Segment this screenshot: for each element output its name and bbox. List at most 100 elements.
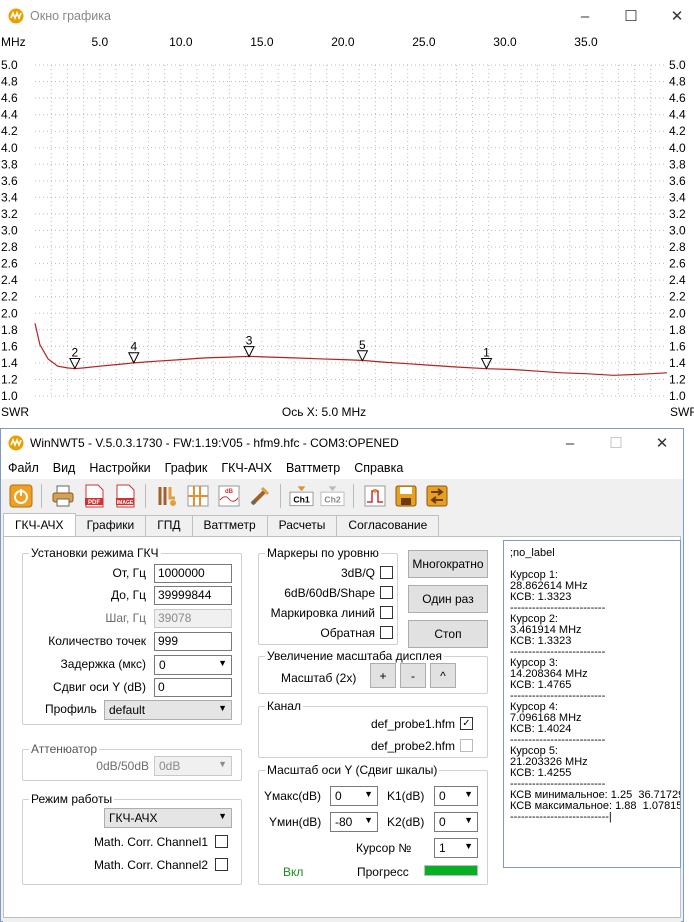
tab-vfo[interactable]: ГПД [145,515,193,536]
display-zoom-group: Увеличение масштаба дисплея Масштаб (2x)… [258,649,488,694]
menu-sweep[interactable]: ГКЧ-АЧХ [214,461,279,475]
toolbar: PDF IMAGE dB Ch1 Ch2 [1,479,683,513]
cursor-marker-5 [356,350,369,362]
from-input[interactable]: 1000000 [154,564,232,583]
tab-graphs[interactable]: Графики [74,515,147,536]
sweep-tab-panel: Установки режима ГКЧ От, Гц 1000000 До, … [3,536,681,918]
close-icon: ✕ [670,8,684,25]
tab-calculations[interactable]: Расчеты [266,515,338,536]
menu-settings[interactable]: Настройки [82,461,157,475]
cursor-value: 1 [439,841,446,855]
single-sweep-button[interactable]: Один раз [408,585,488,613]
math-corr-ch2-checkbox[interactable] [215,858,228,871]
zoom-out-button[interactable]: - [400,663,426,688]
ymin-value: -80 [335,815,353,829]
main-window: WinNWT5 - V.5.0.3.1730 - FW:1.19:V05 - h… [0,428,684,922]
math-corr-ch1-checkbox[interactable] [215,835,228,848]
x-axis-caption: Ось X: 5.0 MHz [282,405,366,419]
tab-sweep[interactable]: ГКЧ-АЧХ [3,513,76,536]
repeat-sweep-button[interactable]: Многократно [408,550,488,578]
y-tick-label-right: 1.2 [669,372,686,386]
y-unit-label-right: SWR [670,405,694,419]
ymax-select[interactable]: 0 ▼ [330,786,378,806]
db-graph-button[interactable]: dB [215,483,242,510]
minimize-button[interactable]: – [562,0,608,32]
tab-matching[interactable]: Согласование [336,515,440,536]
save-button[interactable] [392,483,419,510]
x-tick-label: 25.0 [412,35,436,49]
mode-title: Режим работы [29,792,115,806]
probe2-checkbox[interactable] [460,739,473,752]
probe1-checkbox[interactable]: ✓ [460,717,473,730]
cursor-marker-label: 1 [483,346,490,360]
minimize-button[interactable]: – [547,429,593,457]
channel1-button[interactable]: Ch1 [288,483,315,510]
y-tick-label-left: 4.4 [1,108,18,122]
y-tick-label-left: 4.8 [1,75,18,89]
wobble-button[interactable] [361,483,388,510]
marker-3db-checkbox[interactable] [380,566,393,579]
stop-button[interactable]: Стоп [408,620,488,648]
to-input[interactable]: 39999844 [154,586,232,605]
power-button[interactable] [7,483,34,510]
k1-select[interactable]: 0 ▼ [434,786,478,806]
cursor-select[interactable]: 1 ▼ [434,838,478,858]
sweep-tool-button[interactable] [246,483,273,510]
on-indicator-label: Вкл [283,865,304,879]
progress-fill [425,866,477,875]
delay-select[interactable]: 0 ▼ [154,655,232,675]
grid-button[interactable] [184,483,211,510]
reverse-checkbox[interactable] [380,626,393,639]
calibrate-button[interactable] [153,483,180,510]
swr-chart-svg[interactable]: 5.0 5.0 4.8 4.8 4.6 4.6 4.4 4.4 4.2 4.2 4.0 4.0 3.8 3… [0,32,694,427]
channel2-icon: Ch2 [320,486,345,507]
main-window-titlebar[interactable]: WinNWT5 - V.5.0.3.1730 - FW:1.19:V05 - h… [1,429,683,457]
status-bar [3,918,681,922]
mode-select[interactable]: ГКЧ-АЧХ ▼ [104,808,232,828]
cursor-marker-1 [480,358,493,370]
ymax-label: Yмакс(dB) [264,789,321,803]
swap-button[interactable] [423,483,450,510]
marker-6db-checkbox[interactable] [380,586,393,599]
zoom-label: Масштаб (2x) [281,671,357,685]
print-button[interactable] [49,483,76,510]
maximize-button[interactable]: ☐ [593,429,639,457]
menu-file[interactable]: Файл [1,461,46,475]
image-button[interactable]: IMAGE [111,483,138,510]
zoom-in-button[interactable]: + [370,663,396,688]
graph-window-titlebar[interactable]: Окно графика – ☐ ✕ [0,0,694,32]
y-tick-label-right: 1.6 [669,339,686,353]
ymin-select[interactable]: -80 ▼ [330,812,378,832]
line-marking-checkbox[interactable] [380,606,393,619]
pdf-button[interactable]: PDF [80,483,107,510]
menu-help[interactable]: Справка [347,461,410,475]
ymin-label: Yмин(dB) [269,815,322,829]
maximize-button[interactable]: ☐ [608,0,654,32]
y-tick-label-left: 3.0 [1,224,18,238]
toolbar-separator [145,484,146,508]
y-tick-label-left: 1.0 [1,389,18,403]
k2-select[interactable]: 0 ▼ [434,812,478,832]
attenuator-label: 0dB/50dB [96,759,149,773]
profile-select[interactable]: default ▼ [104,700,232,720]
channel2-button[interactable]: Ch2 [319,483,346,510]
menu-graph[interactable]: График [158,461,215,475]
probe1-label: def_probe1.hfm [370,717,455,731]
marker-6db-label: 6dB/60dB/Shape [284,586,375,600]
close-button[interactable]: ✕ [654,0,694,32]
tab-wattmeter[interactable]: Ваттметр [191,515,268,536]
menu-view[interactable]: Вид [46,461,83,475]
marker-3db-label: 3dB/Q [340,566,375,580]
x-tick-label: 5.0 [91,35,108,49]
chevron-down-icon: ▼ [218,759,227,769]
chevron-down-icon: ▼ [464,841,473,851]
yshift-input[interactable]: 0 [154,678,232,697]
close-button[interactable]: ✕ [639,429,685,457]
points-input[interactable]: 999 [154,632,232,651]
cursor-info-memo[interactable]: ;no_label Курсор 1: 28.862614 MHz КСВ: 1… [503,540,681,868]
zoom-reset-button[interactable]: ^ [430,663,456,688]
chevron-down-icon: ▼ [218,703,227,713]
menu-wattmeter[interactable]: Ваттметр [279,461,347,475]
y-tick-label-right: 2.6 [669,257,686,271]
y-tick-label-right: 5.0 [669,58,686,72]
